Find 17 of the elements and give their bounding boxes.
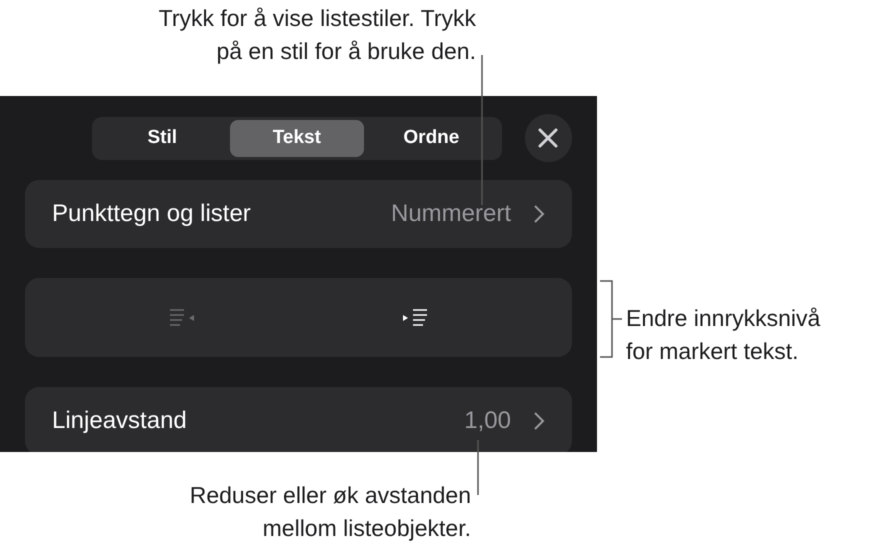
tab[interactable]: Tekst [230,120,364,156]
callout-text: Endre innrykksnivå for markert tekst. [626,304,820,366]
chevron-icon [533,204,545,224]
tab[interactable]: Ordne [364,120,499,156]
settings-row[interactable]: Punkttegn og lister Nummerert [25,180,572,248]
close-icon [538,128,558,148]
settings-row[interactable]: Linjeavstand 1,00 [25,387,572,452]
leader-line [477,440,479,495]
row-label: Punkttegn og lister [52,199,251,229]
row-value: Nummerert [390,199,511,229]
close-button[interactable] [524,114,572,162]
row-label: Linjeavstand [52,406,187,436]
row-value: 1,00 [464,406,511,436]
tab[interactable]: Stil [95,120,230,156]
callout-text: Trykk for å vise listestiler. Trykk på en stil for å bruke den. [158,4,476,66]
chevron-icon [533,411,545,431]
callout-text: Reduser eller øk avstanden mellom listeobjekter. [190,481,471,543]
